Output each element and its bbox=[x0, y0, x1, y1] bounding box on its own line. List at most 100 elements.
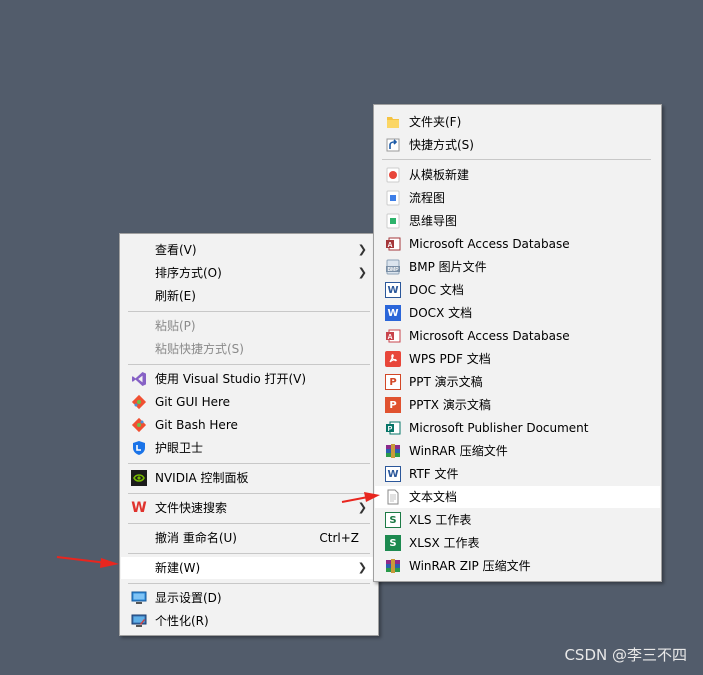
menu-divider bbox=[128, 493, 370, 494]
new-item-winrar-zip[interactable]: WinRAR ZIP 压缩文件 bbox=[375, 555, 660, 577]
menu-item-git-bash[interactable]: Git Bash Here bbox=[121, 414, 377, 436]
menu-item-label: 撤消 重命名(U) bbox=[155, 531, 237, 545]
menu-divider bbox=[382, 159, 651, 160]
wps-icon: W bbox=[131, 500, 147, 516]
menu-item-refresh[interactable]: 刷新(E) bbox=[121, 285, 377, 307]
desktop-context-menu: 查看(V) ❯ 排序方式(O) ❯ 刷新(E) 粘贴(P) 粘贴快捷方式(S) … bbox=[119, 233, 379, 636]
menu-item-label: RTF 文件 bbox=[409, 467, 459, 481]
shortcut-hint: Ctrl+Z bbox=[319, 531, 359, 545]
shortcut-icon bbox=[385, 137, 401, 153]
winrar-icon bbox=[385, 443, 401, 459]
menu-item-label: Microsoft Access Database bbox=[409, 329, 570, 343]
new-item-rtf[interactable]: W RTF 文件 bbox=[375, 463, 660, 485]
menu-divider bbox=[128, 583, 370, 584]
folder-icon bbox=[385, 114, 401, 130]
mindmap-icon bbox=[385, 213, 401, 229]
new-item-access-database-2[interactable]: A Microsoft Access Database bbox=[375, 325, 660, 347]
new-item-winrar[interactable]: WinRAR 压缩文件 bbox=[375, 440, 660, 462]
menu-divider bbox=[128, 553, 370, 554]
menu-item-label: 护眼卫士 bbox=[155, 441, 204, 455]
menu-item-open-visual-studio[interactable]: 使用 Visual Studio 打开(V) bbox=[121, 368, 377, 390]
new-item-ppt[interactable]: P PPT 演示文稿 bbox=[375, 371, 660, 393]
menu-item-label: XLS 工作表 bbox=[409, 513, 472, 527]
menu-item-sort-by[interactable]: 排序方式(O) ❯ bbox=[121, 262, 377, 284]
menu-item-paste-shortcut: 粘贴快捷方式(S) bbox=[121, 338, 377, 360]
access-database-icon: A bbox=[385, 328, 401, 344]
menu-item-label: 排序方式(O) bbox=[155, 266, 222, 280]
menu-item-label: WPS PDF 文档 bbox=[409, 352, 491, 366]
word-doc-icon: W bbox=[385, 282, 401, 298]
git-gui-icon bbox=[131, 394, 147, 410]
new-item-wps-pdf[interactable]: WPS PDF 文档 bbox=[375, 348, 660, 370]
menu-item-label: 从模板新建 bbox=[409, 168, 470, 182]
excel-xls-icon: S bbox=[385, 512, 401, 528]
wps-pdf-icon bbox=[385, 351, 401, 367]
powerpoint-pptx-icon: P bbox=[385, 397, 401, 413]
menu-item-label: WinRAR 压缩文件 bbox=[409, 444, 508, 458]
menu-item-eye-guard[interactable]: 护眼卫士 bbox=[121, 437, 377, 459]
access-database-icon: A bbox=[385, 236, 401, 252]
rtf-file-icon: W bbox=[385, 466, 401, 482]
menu-item-label: NVIDIA 控制面板 bbox=[155, 471, 249, 485]
menu-item-display-settings[interactable]: 显示设置(D) bbox=[121, 587, 377, 609]
submenu-arrow-icon: ❯ bbox=[357, 561, 367, 574]
new-item-publisher[interactable]: P Microsoft Publisher Document bbox=[375, 417, 660, 439]
menu-item-undo-rename[interactable]: 撤消 重命名(U) Ctrl+Z bbox=[121, 527, 377, 549]
menu-divider bbox=[128, 311, 370, 312]
menu-divider bbox=[128, 463, 370, 464]
menu-item-label: Git GUI Here bbox=[155, 395, 231, 409]
publisher-icon: P bbox=[385, 420, 401, 436]
new-item-shortcut[interactable]: 快捷方式(S) bbox=[375, 134, 660, 156]
menu-item-label: WinRAR ZIP 压缩文件 bbox=[409, 559, 531, 573]
menu-item-label: 文件夹(F) bbox=[409, 115, 462, 129]
winrar-zip-icon bbox=[385, 558, 401, 574]
menu-item-git-gui[interactable]: Git GUI Here bbox=[121, 391, 377, 413]
new-submenu: 文件夹(F) 快捷方式(S) 从模板新建 流程图 思维导图 A Microsof… bbox=[373, 104, 662, 582]
menu-item-paste: 粘贴(P) bbox=[121, 315, 377, 337]
menu-item-label: Microsoft Access Database bbox=[409, 237, 570, 251]
submenu-arrow-icon: ❯ bbox=[357, 266, 367, 279]
new-item-access-database[interactable]: A Microsoft Access Database bbox=[375, 233, 660, 255]
menu-item-new[interactable]: 新建(W) ❯ bbox=[121, 557, 377, 579]
menu-item-label: XLSX 工作表 bbox=[409, 536, 480, 550]
menu-item-label: 使用 Visual Studio 打开(V) bbox=[155, 372, 307, 386]
new-item-bmp[interactable]: BMP BMP 图片文件 bbox=[375, 256, 660, 278]
menu-item-label: DOC 文档 bbox=[409, 283, 464, 297]
menu-item-label: Git Bash Here bbox=[155, 418, 238, 432]
text-document-icon bbox=[385, 489, 401, 505]
new-item-doc[interactable]: W DOC 文档 bbox=[375, 279, 660, 301]
menu-item-label: 新建(W) bbox=[155, 561, 201, 575]
menu-item-label: 文本文档 bbox=[409, 490, 458, 504]
menu-item-label: DOCX 文档 bbox=[409, 306, 473, 320]
word-docx-icon: W bbox=[385, 305, 401, 321]
menu-item-label: 快捷方式(S) bbox=[409, 138, 474, 152]
annotation-arrow-text-document bbox=[341, 492, 380, 503]
menu-item-label: 思维导图 bbox=[409, 214, 458, 228]
new-item-flowchart[interactable]: 流程图 bbox=[375, 187, 660, 209]
new-item-pptx[interactable]: P PPTX 演示文稿 bbox=[375, 394, 660, 416]
new-item-xlsx[interactable]: S XLSX 工作表 bbox=[375, 532, 660, 554]
display-settings-icon bbox=[131, 590, 147, 606]
personalize-icon bbox=[131, 613, 147, 629]
menu-item-label: 显示设置(D) bbox=[155, 591, 222, 605]
excel-xlsx-icon: S bbox=[385, 535, 401, 551]
visual-studio-icon bbox=[131, 371, 147, 387]
menu-item-personalize[interactable]: 个性化(R) bbox=[121, 610, 377, 632]
menu-divider bbox=[128, 364, 370, 365]
bmp-image-icon: BMP bbox=[385, 259, 401, 275]
svg-text:P: P bbox=[388, 426, 393, 433]
new-item-xls[interactable]: S XLS 工作表 bbox=[375, 509, 660, 531]
new-item-from-template[interactable]: 从模板新建 bbox=[375, 164, 660, 186]
menu-item-label: 流程图 bbox=[409, 191, 446, 205]
new-item-mindmap[interactable]: 思维导图 bbox=[375, 210, 660, 232]
svg-text:A: A bbox=[387, 334, 392, 341]
menu-item-view[interactable]: 查看(V) ❯ bbox=[121, 239, 377, 261]
menu-item-nvidia-control-panel[interactable]: NVIDIA 控制面板 bbox=[121, 467, 377, 489]
new-item-docx[interactable]: W DOCX 文档 bbox=[375, 302, 660, 324]
new-item-folder[interactable]: 文件夹(F) bbox=[375, 111, 660, 133]
new-item-text-document[interactable]: 文本文档 bbox=[375, 486, 660, 508]
menu-item-label: PPTX 演示文稿 bbox=[409, 398, 491, 412]
nvidia-icon bbox=[131, 470, 147, 486]
menu-item-file-quick-search[interactable]: W 文件快速搜索 ❯ bbox=[121, 497, 377, 519]
menu-item-label: 个性化(R) bbox=[155, 614, 209, 628]
